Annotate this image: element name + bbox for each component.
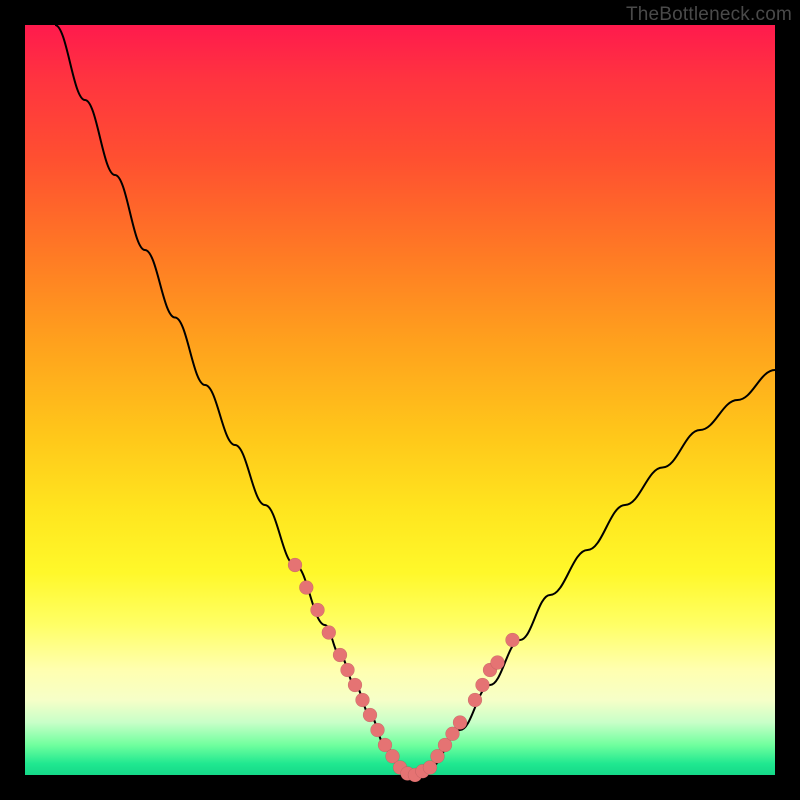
- curve-marker: [506, 633, 520, 647]
- curve-marker: [322, 626, 336, 640]
- curve-marker: [299, 581, 313, 595]
- curve-marker: [363, 708, 377, 722]
- plot-area: [25, 25, 775, 775]
- curve-marker: [468, 693, 482, 707]
- curve-marker: [311, 603, 325, 617]
- chart-frame: TheBottleneck.com: [0, 0, 800, 800]
- curve-marker: [288, 558, 302, 572]
- curve-layer: [25, 25, 775, 775]
- watermark-text: TheBottleneck.com: [626, 4, 792, 26]
- curve-marker: [476, 678, 490, 692]
- curve-marker: [371, 723, 385, 737]
- curve-marker: [348, 678, 362, 692]
- curve-marker: [491, 656, 505, 670]
- curve-marker: [341, 663, 355, 677]
- marker-group: [288, 558, 520, 782]
- curve-marker: [356, 693, 370, 707]
- curve-marker: [333, 648, 347, 662]
- curve-marker: [453, 716, 467, 730]
- bottleneck-curve: [55, 25, 775, 775]
